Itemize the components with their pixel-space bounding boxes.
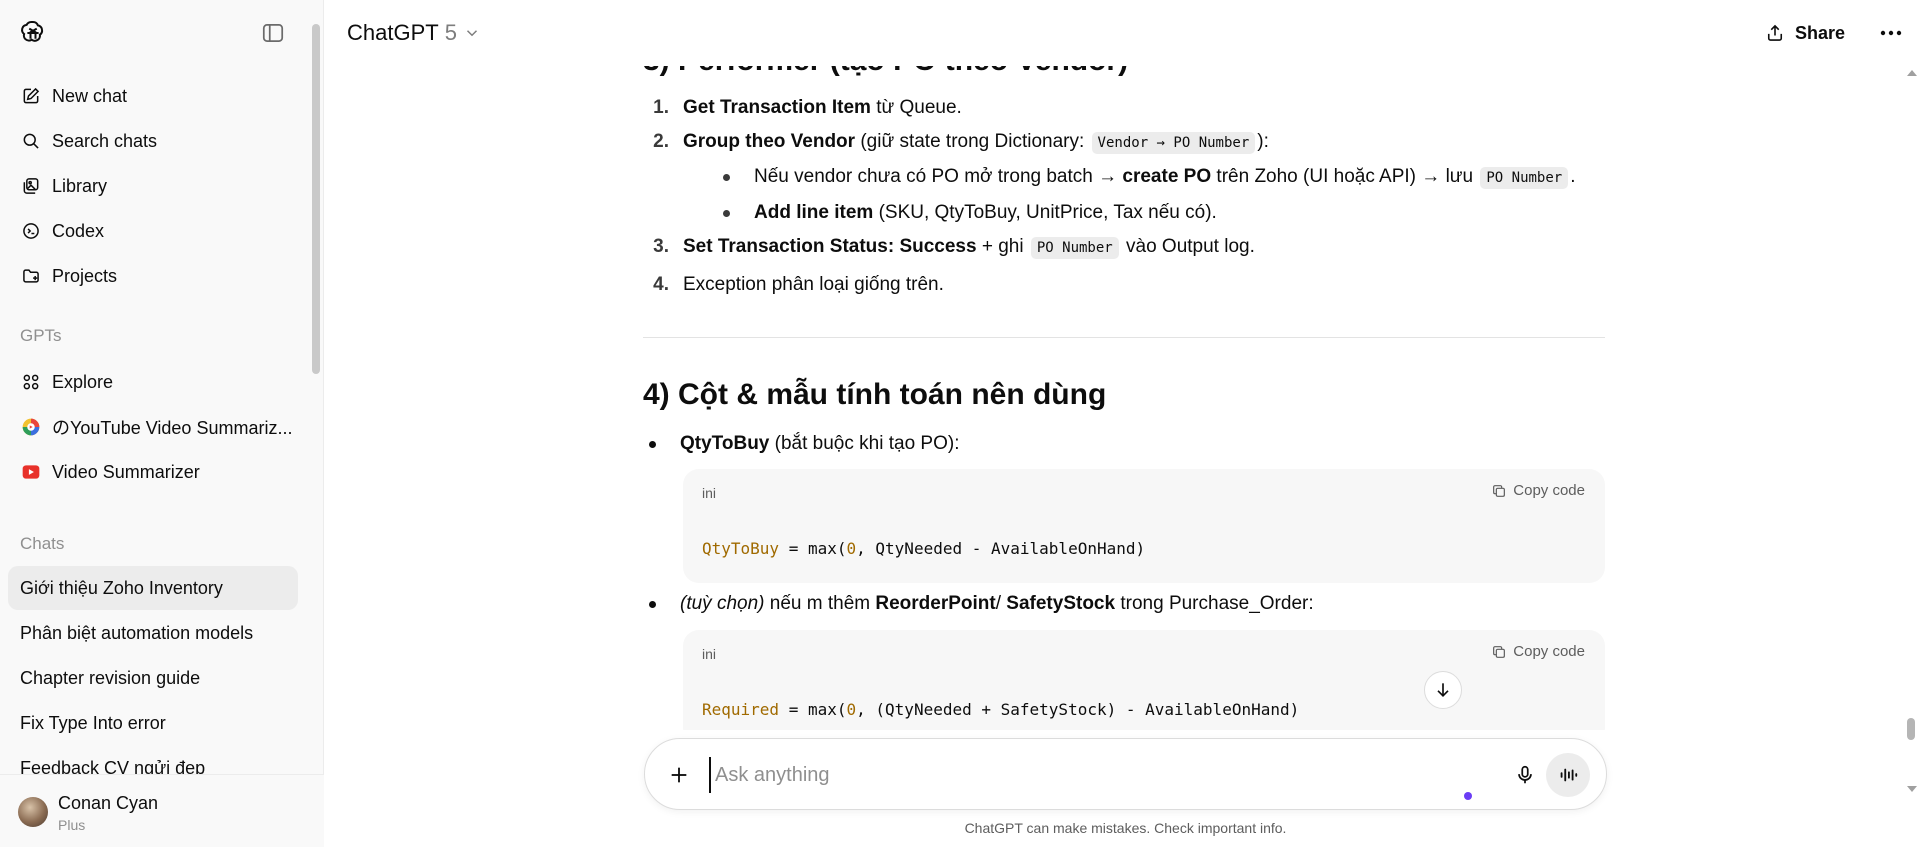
scroll-up-arrow[interactable] (1907, 70, 1917, 76)
sub-bullet-item: Nếu vendor chưa có PO mở trong batch → c… (723, 166, 1576, 189)
step-item: 3. Set Transaction Status: Success + ghi… (653, 236, 1255, 259)
sidebar-scrollbar-thumb[interactable] (312, 24, 320, 374)
status-dot (1464, 792, 1472, 800)
section-heading: 4) Cột & mẫu tính toán nên dùng (643, 378, 1107, 411)
sub-bullet-item: Add line item (SKU, QtyToBuy, UnitPrice,… (723, 202, 1217, 224)
library-button[interactable]: Library (10, 166, 300, 206)
openai-logo-icon[interactable] (18, 18, 48, 48)
inline-code: Vendor → PO Number (1091, 132, 1256, 154)
copy-icon (1493, 645, 1506, 658)
voice-mode-button[interactable] (1546, 753, 1590, 797)
sidebar-toggle-icon[interactable] (260, 20, 286, 46)
page-scrollbar[interactable] (1902, 0, 1920, 847)
inline-code: PO Number (1480, 167, 1569, 189)
scroll-to-bottom-button[interactable] (1424, 671, 1462, 709)
top-bar: ChatGPT 5 Share (325, 0, 1920, 66)
gpt-video-summarizer[interactable]: Video Summarizer (10, 452, 300, 492)
gpt-youtube-summarizer[interactable]: のYouTube Video Summariz... (10, 407, 300, 447)
code-block: ini Copy code QtyToBuy = max(0, QtyNeede… (683, 469, 1605, 583)
conversation-area: 3) Performer (tạo PO theo Vendor) 1. Get… (325, 0, 1920, 847)
nav-label: Explore (52, 371, 114, 392)
step-item: 1. Get Transaction Item từ Queue. (653, 97, 962, 118)
copy-code-button[interactable]: Copy code (1491, 482, 1585, 499)
divider (643, 337, 1605, 338)
codex-icon (20, 220, 42, 242)
chat-item[interactable]: Chapter revision guide (8, 656, 298, 700)
projects-button[interactable]: Projects (10, 256, 300, 296)
nav-label: Library (52, 175, 108, 196)
step-item: 2. Group theo Vendor (giữ state trong Di… (653, 131, 1269, 154)
microphone-icon (1518, 765, 1532, 784)
composer (644, 738, 1607, 810)
chats-section-label: Chats (20, 534, 65, 553)
prompt-input[interactable] (709, 757, 1409, 793)
user-name: Conan Cyan (58, 793, 159, 813)
step-item: 4. Exception phân loại giống trên. (653, 274, 944, 295)
nav-label: Search chats (52, 130, 158, 151)
code-line: Required = max(0, (QtyNeeded + SafetySto… (702, 700, 1300, 719)
user-plan: Plus (58, 817, 86, 833)
bullet-item: QtyToBuy (bắt buộc khi tạo PO): (649, 433, 959, 455)
gpts-section-label: GPTs (20, 326, 62, 345)
code-language-label: ini (702, 646, 717, 662)
bullet-item: (tuỳ chọn) nếu m thêm ReorderPoint/ Safe… (649, 593, 1314, 615)
search-icon (20, 130, 42, 152)
code-block: ini Copy code Required = max(0, (QtyNeed… (683, 630, 1605, 744)
plus-icon (671, 767, 687, 783)
sidebar-header (0, 0, 324, 66)
video-summarizer-icon (20, 461, 42, 483)
scroll-down-arrow[interactable] (1907, 786, 1917, 792)
arrow-down-icon (1437, 683, 1449, 698)
sidebar: New chat Search chats Library Codex Proj… (0, 0, 324, 847)
grid-icon (20, 371, 42, 393)
code-language-label: ini (702, 485, 717, 501)
folder-icon (20, 265, 42, 287)
share-icon (1767, 24, 1783, 41)
chat-item[interactable]: Fix Type Into error (8, 701, 298, 745)
copy-code-button[interactable]: Copy code (1491, 643, 1585, 660)
code-line: QtyToBuy = max(0, QtyNeeded - AvailableO… (702, 539, 1146, 558)
search-chats-button[interactable]: Search chats (10, 121, 300, 161)
nav-label: New chat (52, 85, 128, 106)
library-icon (20, 175, 42, 197)
chat-item[interactable]: Phân biệt automation models (8, 611, 298, 655)
youtube-summarizer-icon (20, 416, 42, 438)
user-profile-button[interactable]: Conan Cyan Plus (0, 774, 324, 847)
chat-item-active[interactable]: Giới thiệu Zoho Inventory (8, 566, 298, 610)
gpt-explore-button[interactable]: Explore (10, 362, 300, 402)
nav-label: Codex (52, 220, 105, 241)
new-chat-button[interactable]: New chat (10, 76, 300, 116)
copy-icon (1493, 484, 1506, 497)
share-button[interactable]: Share (1765, 18, 1845, 48)
edit-icon (20, 85, 42, 107)
model-selector-button[interactable]: ChatGPT 5 (347, 18, 481, 48)
inline-code: PO Number (1030, 237, 1119, 259)
dictate-button[interactable] (1509, 759, 1541, 791)
more-options-icon[interactable] (1877, 20, 1905, 46)
codex-button[interactable]: Codex (10, 211, 300, 251)
nav-label: Projects (52, 265, 118, 286)
nav-label: Video Summarizer (52, 461, 200, 482)
disclaimer-text: ChatGPT can make mistakes. Check importa… (964, 820, 1287, 836)
scrollbar-thumb[interactable] (1907, 718, 1915, 740)
chevron-down-icon (466, 30, 477, 37)
attach-plus-button[interactable] (665, 761, 693, 789)
avatar (18, 797, 48, 827)
nav-label: のYouTube Video Summariz... (52, 418, 293, 438)
voice-waveform-icon (1560, 768, 1578, 782)
